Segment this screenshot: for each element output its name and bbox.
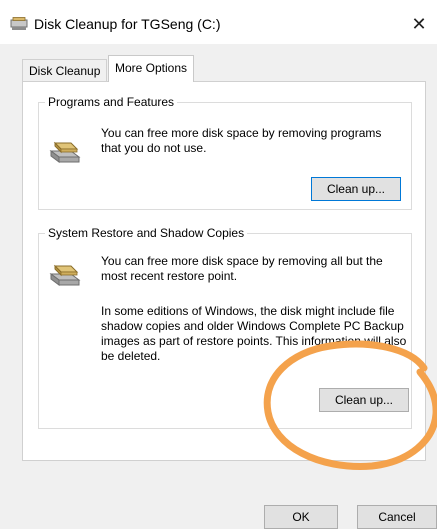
programs-features-group: Programs and Features You can free more … xyxy=(38,95,412,210)
cancel-button[interactable]: Cancel xyxy=(357,505,437,529)
tab-more-options[interactable]: More Options xyxy=(108,55,195,82)
title-bar[interactable]: Disk Cleanup for TGSeng (C:) ✕ xyxy=(0,0,437,44)
disk-drive-icon xyxy=(49,260,83,291)
group-title: Programs and Features xyxy=(45,95,178,109)
disk-cleanup-window: Disk Cleanup for TGSeng (C:) ✕ Disk Clea… xyxy=(0,0,437,529)
disk-cleanup-app-icon xyxy=(10,17,28,34)
disk-drive-icon xyxy=(49,137,83,168)
group-title: System Restore and Shadow Copies xyxy=(45,226,248,240)
system-restore-group: System Restore and Shadow Copies You can… xyxy=(38,226,412,429)
programs-cleanup-button[interactable]: Clean up... xyxy=(311,177,401,201)
system-restore-cleanup-button[interactable]: Clean up... xyxy=(319,388,409,412)
system-restore-description: You can free more disk space by removing… xyxy=(101,254,383,283)
tab-disk-cleanup[interactable]: Disk Cleanup xyxy=(22,59,108,81)
close-icon[interactable]: ✕ xyxy=(407,12,431,36)
window-title: Disk Cleanup for TGSeng (C:) xyxy=(34,16,221,32)
system-restore-details: In some editions of Windows, the disk mi… xyxy=(101,304,407,363)
tab-label: Disk Cleanup xyxy=(29,64,101,78)
ok-button[interactable]: OK xyxy=(264,505,338,529)
programs-features-description: You can free more disk space by removing… xyxy=(101,126,382,155)
tab-label: More Options xyxy=(115,61,188,75)
more-options-panel: Programs and Features You can free more … xyxy=(22,81,426,461)
